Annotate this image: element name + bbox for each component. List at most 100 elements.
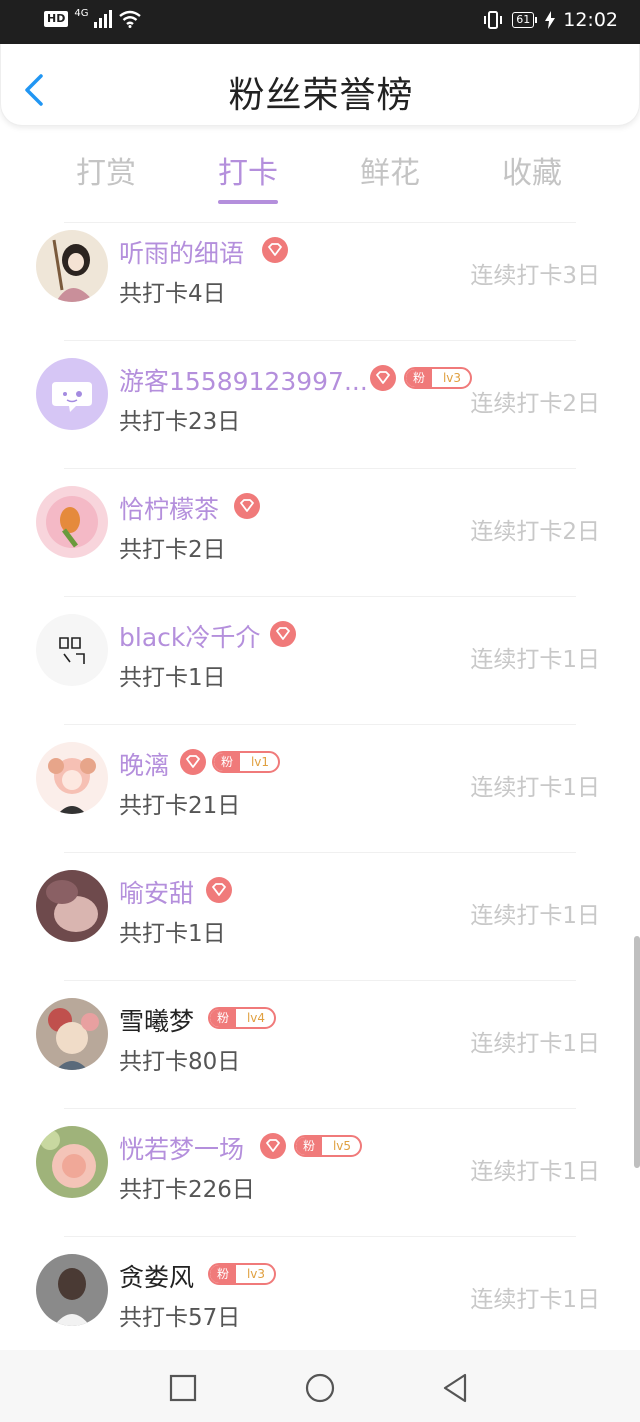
tab-label: 打卡 [218, 156, 278, 191]
divider [64, 1236, 576, 1237]
fan-badge-label: 粉 [406, 369, 432, 387]
fan-name: 晚漓 [119, 751, 170, 780]
avatar[interactable] [36, 230, 108, 302]
fan-level: lv3 [246, 1267, 266, 1281]
header: 粉丝荣誉榜 [0, 44, 640, 126]
list-item[interactable]: 听雨的细语 共打卡4日 连续打卡3日 [0, 212, 640, 340]
fan-total: 共打卡80日 [119, 1049, 241, 1075]
fan-total: 共打卡23日 [119, 409, 241, 435]
status-bar: HD 4G 61 12:02 [0, 0, 640, 44]
list-item[interactable]: black冷千介 共打卡1日 连续打卡1日 [0, 596, 640, 724]
charging-icon [545, 11, 556, 29]
tab-underline [218, 200, 278, 204]
tab-label: 收藏 [502, 156, 562, 191]
tab-checkin[interactable]: 打卡 [188, 148, 308, 204]
list-item[interactable]: 贪娄风 粉 lv3 共打卡57日 连续打卡1日 [0, 1236, 640, 1350]
fan-level-badge: 粉 lv3 [404, 367, 472, 389]
fan-streak: 连续打卡1日 [470, 647, 600, 673]
diamond-icon [234, 493, 260, 519]
system-nav-bar [0, 1350, 640, 1422]
back-nav-button[interactable] [436, 1368, 476, 1408]
diamond-icon [260, 1133, 286, 1159]
signal-icon [94, 10, 113, 28]
fan-level: lv5 [332, 1139, 352, 1153]
list-item[interactable]: 晚漓 粉 lv1 共打卡21日 连续打卡1日 [0, 724, 640, 852]
fan-level-badge: 粉 lv5 [294, 1135, 362, 1157]
diamond-icon [206, 877, 232, 903]
scrollbar[interactable] [634, 936, 640, 1168]
list-item[interactable]: 游客15589123997... 粉 lv3 共打卡23日 连续打卡2日 [0, 340, 640, 468]
tab-favorites[interactable]: 收藏 [472, 148, 592, 204]
avatar[interactable] [36, 614, 108, 686]
avatar[interactable] [36, 742, 108, 814]
divider [64, 596, 576, 597]
fan-name: black冷千介 [119, 623, 261, 652]
divider [64, 468, 576, 469]
fan-total: 共打卡1日 [119, 665, 226, 691]
fan-name: 游客15589123997... [119, 367, 368, 396]
fan-level-badge: 粉 lv1 [212, 751, 280, 773]
divider [64, 980, 576, 981]
fan-total: 共打卡57日 [119, 1305, 241, 1331]
avatar[interactable] [36, 1126, 108, 1198]
recent-apps-button[interactable] [163, 1368, 203, 1408]
clock: 12:02 [563, 9, 618, 31]
fan-level-badge: 粉 lv4 [208, 1007, 276, 1029]
divider [64, 852, 576, 853]
vibrate-icon [484, 11, 503, 29]
battery-level: 61 [512, 12, 535, 28]
fan-level: lv3 [442, 371, 462, 385]
page-title: 粉丝荣誉榜 [228, 75, 414, 116]
fan-streak: 连续打卡1日 [470, 1287, 600, 1313]
fan-name: 雪曦梦 [119, 1007, 195, 1036]
diamond-icon [180, 749, 206, 775]
tab-label: 鲜花 [360, 156, 420, 191]
wifi-icon [119, 10, 142, 28]
fan-name: 喻安甜 [119, 879, 195, 908]
fan-list[interactable]: 听雨的细语 共打卡4日 连续打卡3日 游客15589123997... 粉 lv… [0, 212, 640, 1350]
fan-total: 共打卡21日 [119, 793, 241, 819]
battery-icon: 61 [512, 12, 538, 28]
avatar[interactable] [36, 486, 108, 558]
divider [64, 340, 576, 341]
fan-streak: 连续打卡3日 [470, 263, 600, 289]
avatar[interactable] [36, 1254, 108, 1326]
fan-streak: 连续打卡1日 [470, 903, 600, 929]
tab-flowers[interactable]: 鲜花 [330, 148, 450, 204]
avatar[interactable] [36, 870, 108, 942]
hd-badge: HD [44, 11, 69, 27]
list-item[interactable]: 喻安甜 共打卡1日 连续打卡1日 [0, 852, 640, 980]
square-icon [169, 1374, 197, 1402]
tab-reward[interactable]: 打赏 [46, 148, 166, 204]
avatar[interactable] [36, 998, 108, 1070]
avatar[interactable] [36, 358, 108, 430]
fan-streak: 连续打卡1日 [470, 775, 600, 801]
triangle-back-icon [443, 1373, 467, 1403]
home-button[interactable] [300, 1368, 340, 1408]
fan-streak: 连续打卡2日 [470, 391, 600, 417]
fan-level-badge: 粉 lv3 [208, 1263, 276, 1285]
fan-streak: 连续打卡1日 [470, 1159, 600, 1185]
diamond-icon [262, 237, 288, 263]
fan-badge-label: 粉 [210, 1009, 236, 1027]
fan-total: 共打卡226日 [119, 1177, 255, 1203]
list-item[interactable]: 恍若梦一场 粉 lv5 共打卡226日 连续打卡1日 [0, 1108, 640, 1236]
fan-badge-label: 粉 [296, 1137, 322, 1155]
divider [64, 222, 576, 223]
circle-icon [305, 1373, 335, 1403]
diamond-icon [370, 365, 396, 391]
fan-total: 共打卡1日 [119, 921, 226, 947]
fan-badge-label: 粉 [210, 1265, 236, 1283]
tab-bar: 打赏 打卡 鲜花 收藏 [0, 140, 640, 210]
fan-name: 听雨的细语 [119, 239, 245, 268]
fan-total: 共打卡4日 [119, 281, 226, 307]
fan-name: 恍若梦一场 [119, 1135, 245, 1164]
list-item[interactable]: 恰柠檬茶 共打卡2日 连续打卡2日 [0, 468, 640, 596]
fan-streak: 连续打卡2日 [470, 519, 600, 545]
network-label: 4G [74, 7, 89, 19]
fan-streak: 连续打卡1日 [470, 1031, 600, 1057]
fan-level: lv1 [250, 755, 270, 769]
diamond-icon [270, 621, 296, 647]
fan-name: 恰柠檬茶 [119, 495, 220, 524]
list-item[interactable]: 雪曦梦 粉 lv4 共打卡80日 连续打卡1日 [0, 980, 640, 1108]
